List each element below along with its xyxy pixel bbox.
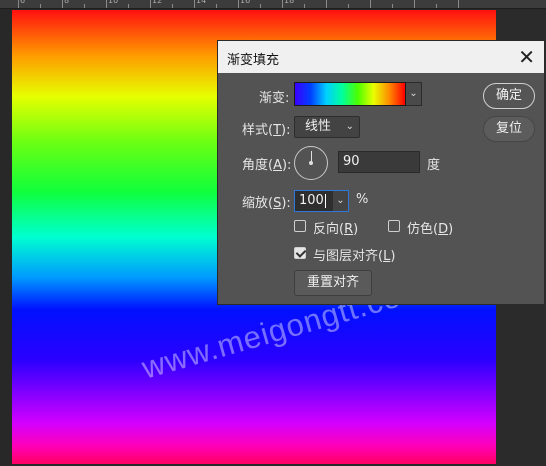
style-label: 样式(T): xyxy=(242,123,291,138)
dither-label: 仿色(D) xyxy=(407,222,454,237)
gradient-swatch[interactable] xyxy=(294,82,406,106)
reset-align-button[interactable]: 重置对齐 xyxy=(294,270,372,296)
dither-checkbox[interactable] xyxy=(388,220,400,232)
chevron-down-icon[interactable]: ⌄ xyxy=(406,82,422,106)
angle-label: 角度(A): xyxy=(242,158,292,173)
close-icon[interactable]: ✕ xyxy=(518,45,535,69)
chevron-down-icon: ⌄ xyxy=(345,121,354,132)
angle-unit: 度 xyxy=(427,158,441,173)
dialog-titlebar[interactable]: 渐变填充 ✕ xyxy=(218,41,544,73)
style-select[interactable]: 线性 ⌄ xyxy=(294,116,360,138)
ruler-number: 18 xyxy=(284,0,295,5)
style-select-value: 线性 xyxy=(305,119,332,134)
ruler-number: 12 xyxy=(152,0,163,5)
ruler-number: 6 xyxy=(20,0,26,5)
gradient-fill-dialog: 渐变填充 ✕ 渐变: ⌄ 样式(T): 线性 ⌄ 角度(A): 90 度 缩放(… xyxy=(217,40,545,305)
chevron-down-icon[interactable]: ⌄ xyxy=(333,190,349,212)
reverse-label: 反向(R) xyxy=(313,222,359,237)
ok-button[interactable]: 确定 xyxy=(483,83,535,109)
dialog-title: 渐变填充 xyxy=(227,53,280,68)
scale-label: 缩放(S): xyxy=(242,196,291,211)
reset-button[interactable]: 复位 xyxy=(483,116,535,142)
ruler-number: 8 xyxy=(64,0,70,5)
angle-dial-center xyxy=(309,161,313,165)
align-with-layer-label: 与图层对齐(L) xyxy=(313,249,396,264)
top-ruler: 6 8 10 12 14 16 18 xyxy=(0,0,546,9)
angle-dial[interactable] xyxy=(294,146,328,180)
scale-unit: % xyxy=(356,192,369,207)
angle-input[interactable]: 90 xyxy=(338,151,420,173)
ruler-number: 16 xyxy=(240,0,251,5)
reverse-checkbox[interactable] xyxy=(294,220,306,232)
scale-input[interactable]: 100 xyxy=(294,190,334,212)
gradient-label: 渐变: xyxy=(259,91,290,106)
ruler-number: 10 xyxy=(108,0,119,5)
align-with-layer-checkbox[interactable] xyxy=(294,247,306,259)
ruler-number: 14 xyxy=(196,0,207,5)
